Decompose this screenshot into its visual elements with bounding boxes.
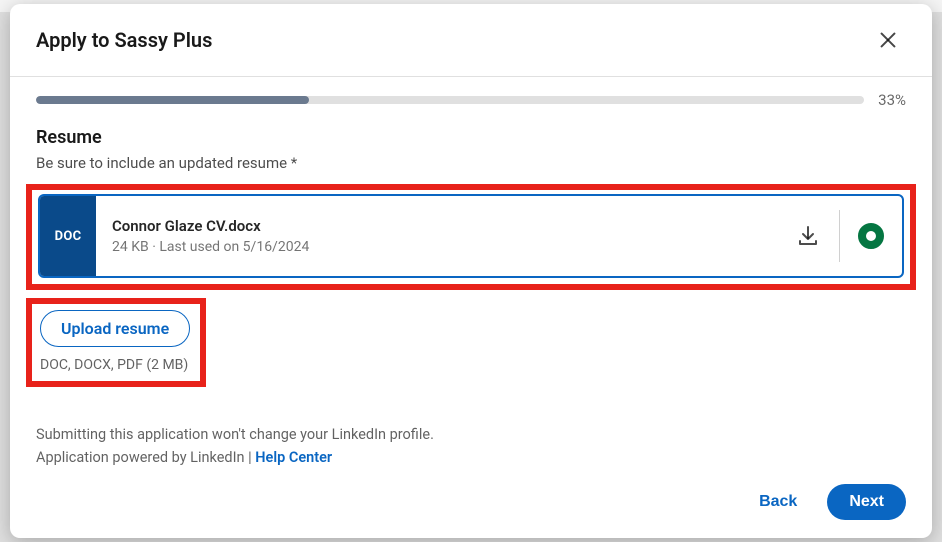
modal-body: 33% Resume Be sure to include an updated… [10,77,932,470]
section-hint-resume: Be sure to include an updated resume * [36,154,906,172]
highlight-selected-resume: DOC Connor Glaze CV.docx 24 KB · Last us… [26,184,916,290]
back-button[interactable]: Back [743,484,813,520]
download-icon [796,224,820,248]
apply-modal: Apply to Sassy Plus 33% Resume Be sure t… [10,4,932,538]
resume-meta: 24 KB · Last used on 5/16/2024 [112,239,761,255]
disclaimer-prefix: Application powered by LinkedIn [36,449,245,466]
disclaimer-line2: Application powered by LinkedIn | Help C… [36,446,906,469]
modal-header: Apply to Sassy Plus [10,4,932,76]
progress-percent-label: 33% [878,91,906,109]
progress-bar [36,96,864,104]
doc-badge: DOC [40,196,96,276]
progress-row: 33% [36,91,906,109]
radio-selected-icon [858,223,884,249]
close-button[interactable] [870,22,906,58]
resume-card[interactable]: DOC Connor Glaze CV.docx 24 KB · Last us… [38,194,904,278]
highlight-upload: Upload resume DOC, DOCX, PDF (2 MB) [26,298,206,387]
disclaimer-line1: Submitting this application won't change… [36,423,906,446]
download-button[interactable] [777,196,839,276]
disclaimer: Submitting this application won't change… [36,423,906,469]
section-title-resume: Resume [36,127,906,148]
resume-filename: Connor Glaze CV.docx [112,217,761,235]
resume-info: Connor Glaze CV.docx 24 KB · Last used o… [96,196,777,276]
next-button[interactable]: Next [827,484,906,520]
modal-footer: Back Next [10,470,932,538]
modal-title: Apply to Sassy Plus [36,28,212,52]
close-icon [877,29,899,51]
upload-hint: DOC, DOCX, PDF (2 MB) [40,357,190,373]
upload-resume-button[interactable]: Upload resume [40,310,190,347]
progress-fill [36,96,309,104]
resume-radio[interactable] [840,196,902,276]
disclaimer-separator: | [245,449,256,466]
help-center-link[interactable]: Help Center [255,449,332,466]
